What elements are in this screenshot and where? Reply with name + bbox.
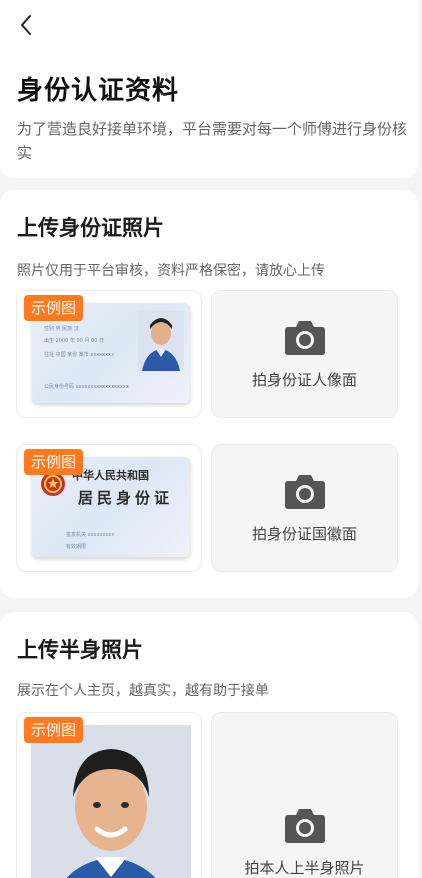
- sample-tag: 示例图: [24, 295, 84, 321]
- upload-half-body-button[interactable]: 拍本人上半身照片: [211, 712, 398, 878]
- back-button[interactable]: [12, 10, 42, 40]
- upload-id-back-label: 拍身份证国徽面: [251, 524, 357, 543]
- person-portrait-image: [31, 725, 191, 878]
- page-title: 身份认证资料: [17, 76, 180, 106]
- upload-half-body-label: 拍本人上半身照片: [244, 858, 365, 877]
- half-body-photo-section: 上传半身照片 展示在个人主页，越真实，越有助于接单 示例图 拍本人上半身照片: [0, 612, 418, 878]
- section-description-id: 照片仅用于平台审核，资料严格保密，请放心上传: [17, 263, 325, 279]
- chevron-left-icon: [21, 15, 31, 35]
- person-photo-icon: [138, 311, 184, 371]
- page-description: 为了营造良好接单环境，平台需要对每一个师傅进行身份核实: [17, 120, 408, 162]
- upload-id-front-label: 拍身份证人像面: [251, 370, 357, 389]
- sample-tag: 示例图: [24, 449, 84, 475]
- id-front-sample: 示例图 性别 男 民族 汉 出生 2000 年 00 月 00 日 住址 中国 …: [16, 290, 202, 418]
- camera-icon: [284, 808, 325, 843]
- half-body-sample: 示例图: [16, 712, 202, 878]
- sample-tag: 示例图: [24, 717, 84, 743]
- upload-id-back-button[interactable]: 拍身份证国徽面: [211, 444, 398, 572]
- header-card: 身份认证资料 为了营造良好接单环境，平台需要对每一个师傅进行身份核实: [0, 0, 418, 178]
- id-photo-section: 上传身份证照片 照片仅用于平台审核，资料严格保密，请放心上传 示例图 性别 男 …: [0, 190, 418, 598]
- upload-id-front-button[interactable]: 拍身份证人像面: [211, 290, 398, 418]
- id-back-title: 中华人民共和国: [72, 469, 149, 482]
- section-title-id: 上传身份证照片: [17, 216, 164, 240]
- section-description-half: 展示在个人主页，越真实，越有助于接单: [17, 683, 269, 699]
- id-back-sample: 示例图 中华人民共和国 居民身份证 签发机关 xxxxxxxxx 有效期限: [16, 444, 202, 572]
- id-back-subtitle: 居民身份证: [78, 489, 174, 507]
- camera-icon: [284, 474, 325, 509]
- camera-icon: [284, 320, 325, 355]
- section-title-half: 上传半身照片: [17, 638, 143, 662]
